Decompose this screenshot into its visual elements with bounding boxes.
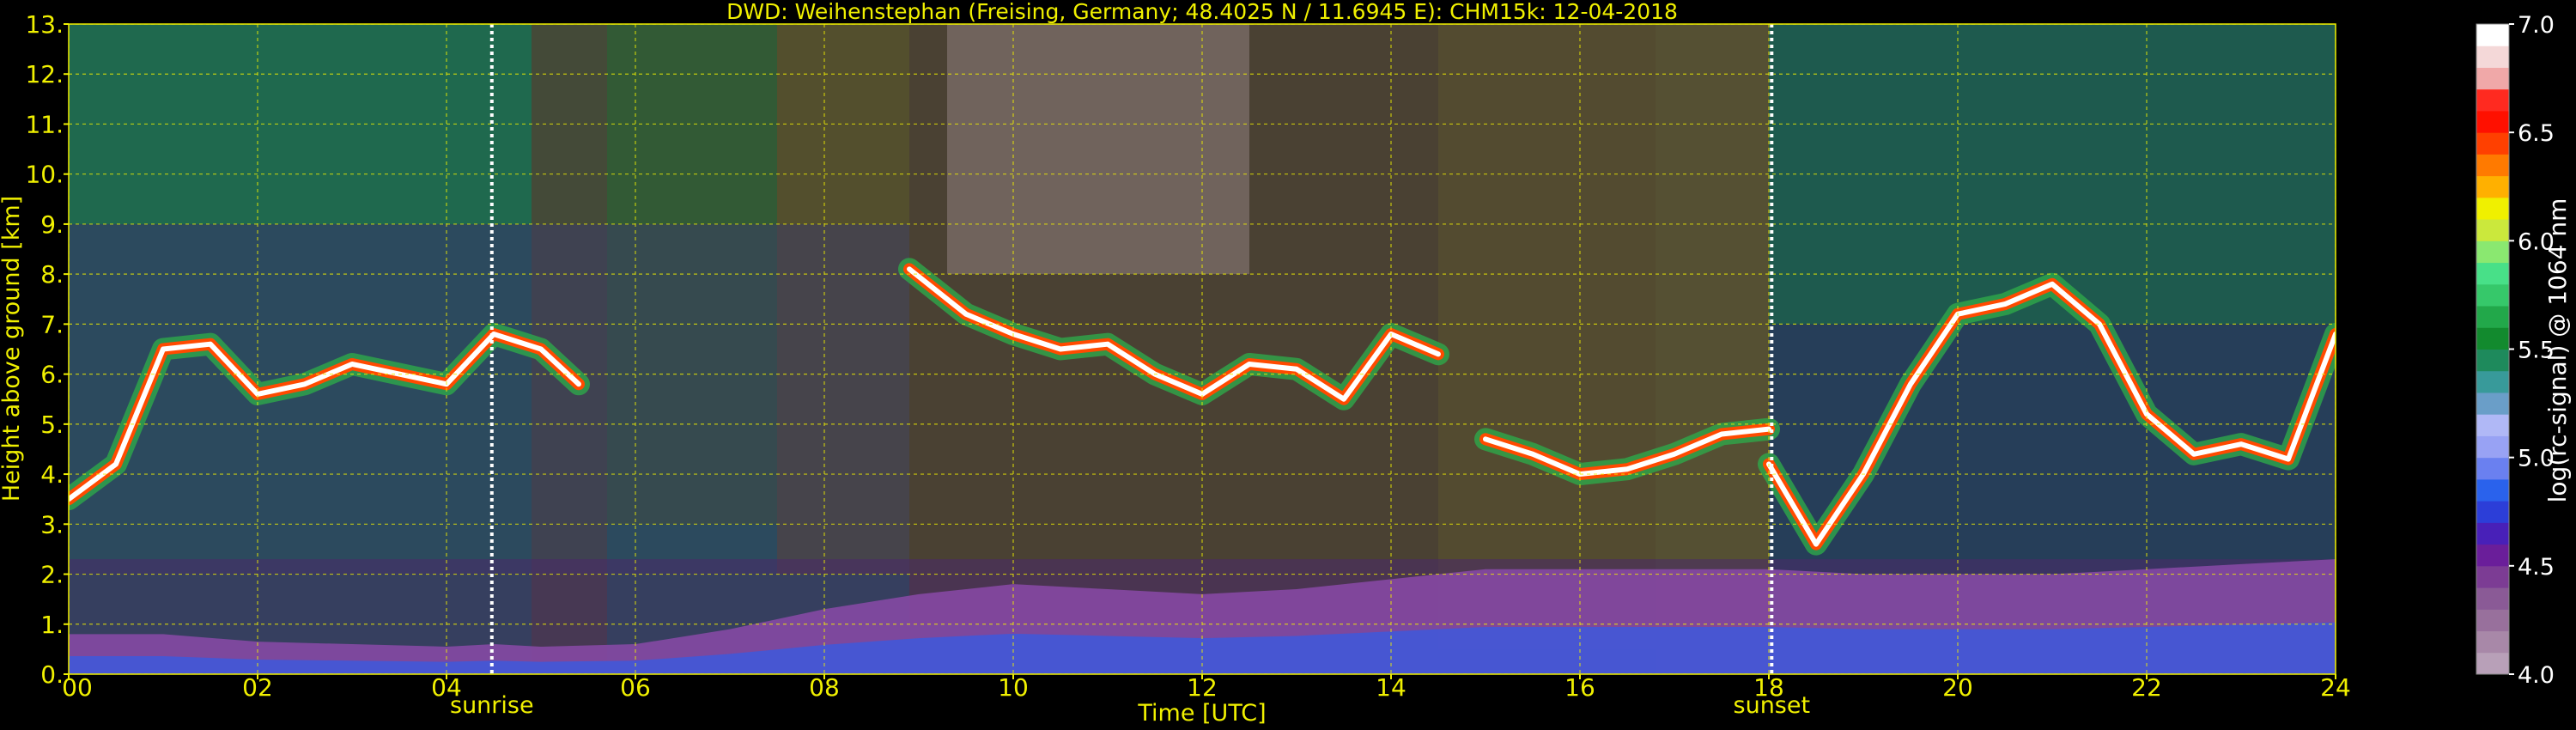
colorbar-segment [2476, 501, 2509, 523]
colorbar-segment [2476, 349, 2509, 372]
colorbar-segment [2476, 587, 2509, 610]
y-tick-label: 1. [40, 611, 64, 639]
colorbar-segment [2476, 132, 2509, 155]
y-tick-label: 6. [40, 361, 64, 389]
x-axis-label: Time [UTC] [1137, 700, 1266, 727]
y-tick-label: 10. [25, 161, 64, 189]
y-tick-label: 5. [40, 411, 64, 439]
x-tick-label: 16 [1564, 673, 1595, 702]
ceilometer-chart: DWD: Weihenstephan (Freising, Germany; 4… [0, 0, 2572, 727]
colorbar-segment [2476, 46, 2509, 68]
y-tick-label: 4. [40, 460, 64, 489]
y-axis-label: Height above ground [km] [0, 196, 25, 502]
colorbar-segment [2476, 262, 2509, 285]
marker-label-sunrise: sunrise [450, 692, 534, 719]
colorbar-segment [2476, 565, 2509, 588]
x-tick-label: 22 [2131, 673, 2162, 702]
x-tick-label: 08 [809, 673, 840, 702]
x-tick-label: 20 [1942, 673, 1973, 702]
colorbar-segment [2476, 175, 2509, 198]
colorbar-segment [2476, 370, 2509, 393]
colorbar-tick-label: 6.5 [2518, 120, 2555, 147]
colorbar-segment [2476, 283, 2509, 307]
background-region [69, 223, 909, 575]
colorbar-segment [2476, 24, 2509, 46]
y-tick-label: 7. [40, 310, 64, 338]
colorbar-tick-label: 4.0 [2518, 662, 2555, 689]
x-tick-label: 10 [998, 673, 1029, 702]
x-tick-label: 14 [1376, 673, 1406, 702]
chart-title: DWD: Weihenstephan (Freising, Germany; 4… [726, 0, 1678, 24]
colorbar-tick-label: 4.5 [2518, 554, 2555, 581]
y-tick-label: 8. [40, 260, 64, 289]
background-region [947, 24, 1249, 275]
colorbar-segment [2476, 240, 2509, 264]
y-tick-label: 9. [40, 210, 64, 239]
y-tick-label: 0. [40, 660, 64, 689]
y-tick-label: 2. [40, 561, 64, 589]
colorbar-segment [2476, 219, 2509, 241]
colorbar-segment [2476, 457, 2509, 480]
x-tick-label: 12 [1187, 673, 1218, 702]
x-tick-label: 00 [62, 673, 93, 702]
background-region [1438, 24, 1656, 649]
y-tick-label: 11. [25, 110, 64, 138]
colorbar-segment [2476, 544, 2509, 567]
x-tick-label: 06 [620, 673, 651, 702]
colorbar-label: log(rc-signal) @ 1064 nm [2543, 198, 2572, 503]
colorbar-segment [2476, 327, 2509, 350]
y-tick-label: 3. [40, 510, 64, 538]
colorbar-segment [2476, 522, 2509, 545]
plot-area [69, 24, 2336, 674]
marker-label-sunset: sunset [1734, 692, 1811, 719]
colorbar-segment [2476, 630, 2509, 654]
colorbar-tick-label: 7.0 [2518, 12, 2555, 39]
colorbar-segment [2476, 110, 2509, 133]
colorbar-segment [2476, 414, 2509, 436]
colorbar-segment [2476, 392, 2509, 415]
x-tick-label: 24 [2320, 673, 2351, 702]
colorbar-segment [2476, 306, 2509, 328]
colorbar-segment [2476, 67, 2509, 90]
colorbar-segment [2476, 197, 2509, 220]
x-tick-label: 02 [242, 673, 273, 702]
colorbar-segment [2476, 88, 2509, 112]
y-tick-label: 12. [25, 60, 64, 88]
colorbar-segment [2476, 478, 2509, 502]
y-tick-label: 13. [25, 10, 64, 39]
colorbar-segment [2476, 435, 2509, 459]
colorbar-segment [2476, 154, 2509, 177]
colorbar-segment [2476, 609, 2509, 632]
colorbar-segment [2476, 652, 2509, 675]
